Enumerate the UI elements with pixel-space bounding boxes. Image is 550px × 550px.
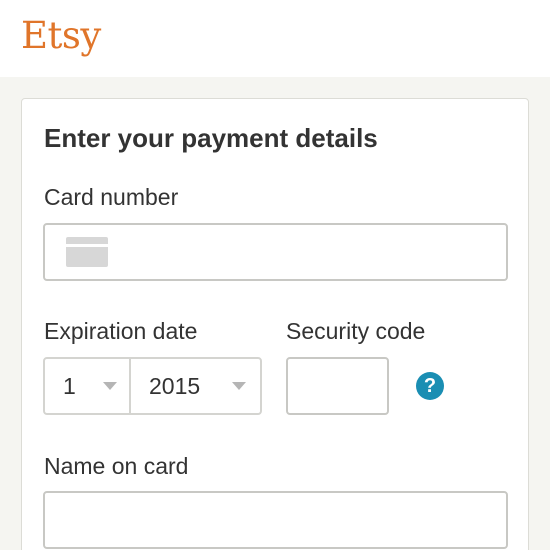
help-icon[interactable]: ? [416,372,444,400]
chevron-down-icon [103,382,117,390]
expiration-month-select[interactable]: 1 [45,359,131,413]
expiration-date-group: 1 2015 [43,357,262,415]
etsy-logo[interactable]: Etsy [21,14,101,57]
security-code-label: Security code [286,318,426,344]
card-number-input[interactable] [43,223,508,281]
expiration-year-select[interactable]: 2015 [131,359,260,413]
credit-card-icon [66,237,108,267]
expiration-year-value: 2015 [149,373,201,399]
expiration-month-value: 1 [63,373,76,399]
security-code-input[interactable] [286,357,389,415]
chevron-down-icon [232,382,246,390]
app-header: Etsy [0,0,550,77]
expiration-date-label: Expiration date [44,318,198,344]
card-number-label: Card number [44,184,179,210]
payment-form: Enter your payment details Card number E… [21,98,529,550]
name-on-card-input[interactable] [43,491,508,549]
page-title: Enter your payment details [44,123,378,153]
name-on-card-label: Name on card [44,453,189,479]
